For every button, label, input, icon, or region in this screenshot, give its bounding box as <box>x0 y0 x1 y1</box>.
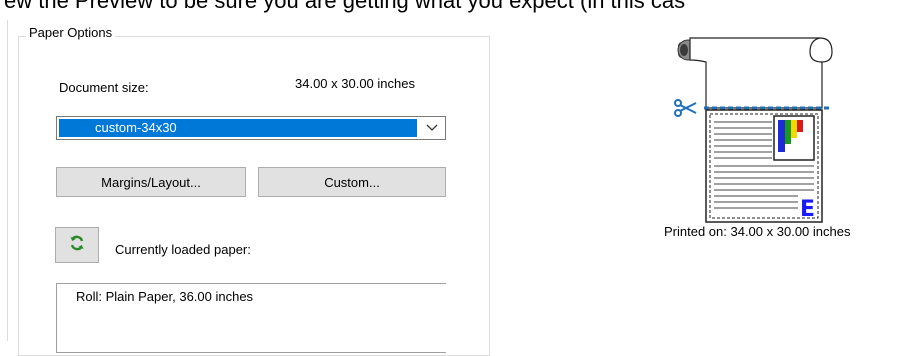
document-size-value: 34.00 x 30.00 inches <box>295 76 415 91</box>
print-preview: E <box>660 30 840 230</box>
loaded-paper-field: Roll: Plain Paper, 36.00 inches <box>56 283 446 353</box>
refresh-icon <box>69 235 85 256</box>
margins-layout-button[interactable]: Margins/Layout... <box>56 167 246 197</box>
paper-options-title: Paper Options <box>26 25 116 40</box>
roll-icon <box>677 37 833 109</box>
custom-button[interactable]: Custom... <box>258 167 446 197</box>
document-size-label: Document size: <box>59 80 149 95</box>
selected-size-value: custom-34x30 <box>59 119 417 137</box>
refresh-button[interactable] <box>55 227 99 263</box>
loaded-paper-value: Roll: Plain Paper, 36.00 inches <box>76 289 254 304</box>
scissors-icon <box>674 99 697 117</box>
brand-logo: E <box>800 197 815 222</box>
loaded-paper-label: Currently loaded paper: <box>115 242 251 257</box>
document-size-select[interactable]: custom-34x30 <box>56 116 446 140</box>
printed-on-text: Printed on: 34.00 x 30.00 inches <box>664 224 851 239</box>
document-text-fragment: ew the Preview to be sure you are gettin… <box>4 0 686 13</box>
chevron-down-icon[interactable] <box>419 117 445 139</box>
pane-divider <box>7 20 8 341</box>
